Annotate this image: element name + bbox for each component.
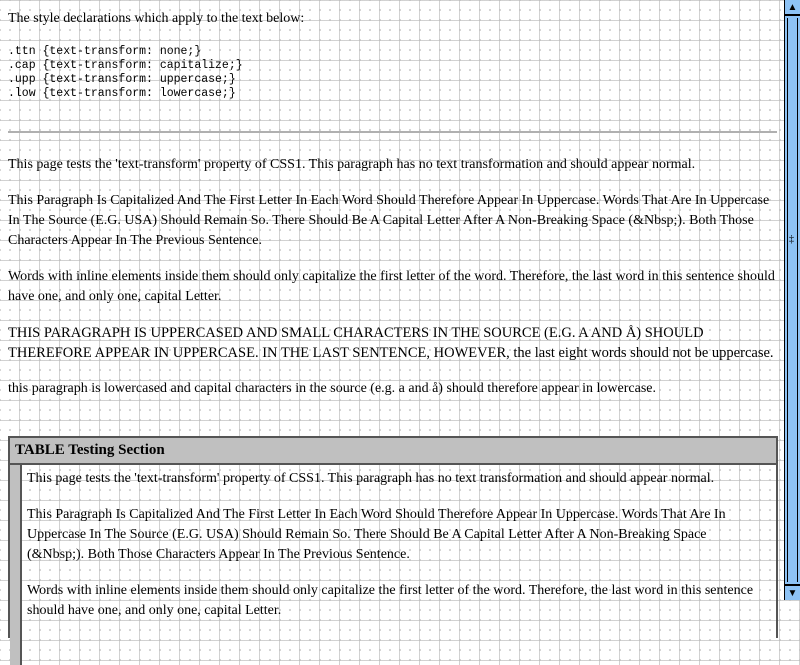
table-side-cell (10, 465, 22, 665)
paragraph-none: This page tests the 'text-transform' pro… (8, 157, 696, 172)
paragraph-capitalize: This Paragraph Is Capitalized And The Fi… (8, 193, 770, 248)
scroll-down-button[interactable]: ▼ (785, 584, 800, 600)
normal-text: the last eight words should not be upper… (509, 345, 774, 361)
paragraph-uppercase: THIS PARAGRAPH IS UPPERCASED AND SMALL C… (8, 323, 777, 363)
paragraph-lowercase: this paragraph is lowercased and capital… (8, 381, 656, 396)
paragraph-inline: Words with inline elements inside them s… (8, 269, 775, 304)
intro-text: The style declarations which apply to th… (8, 11, 305, 26)
style-code-block: .ttn {text-transform: none;} .cap {text-… (8, 45, 243, 101)
arrow-down-icon: ▼ (787, 588, 798, 599)
table-testing-section: TABLE Testing Section This page tests th… (8, 436, 778, 665)
divider (8, 131, 777, 133)
table-paragraph-capitalize: This Paragraph Is Capitalized And The Fi… (27, 507, 726, 562)
code-line: .cap {text-transform: capitalize;} (8, 59, 243, 72)
scroll-up-button[interactable]: ▲ (785, 0, 800, 16)
code-line: .ttn {text-transform: none;} (8, 45, 202, 58)
vertical-scrollbar[interactable]: ▲ ‡ ▼ (784, 0, 800, 600)
arrow-up-icon: ▲ (787, 2, 798, 13)
table-cell: This page tests the 'text-transform' pro… (22, 465, 767, 665)
grip-icon: ‡ (789, 234, 794, 245)
table-header: TABLE Testing Section (10, 438, 776, 465)
code-line: .low {text-transform: lowercase;} (8, 87, 236, 100)
code-line: .upp {text-transform: uppercase;} (8, 73, 236, 86)
table-paragraph-none: This page tests the 'text-transform' pro… (27, 471, 715, 486)
table-paragraph-inline: Words with inline elements inside them s… (27, 583, 754, 618)
scrollbar-thumb[interactable] (787, 18, 798, 582)
